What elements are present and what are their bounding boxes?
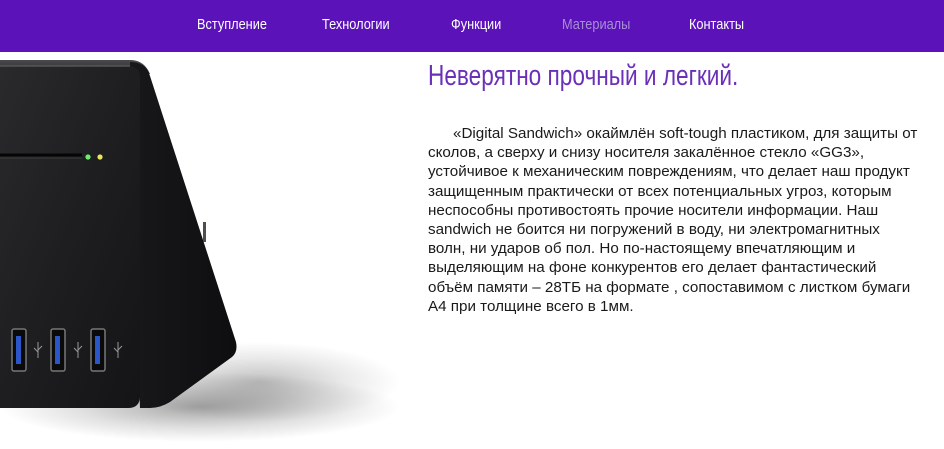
status-led-icon [85,154,91,160]
nav-item-contacts[interactable]: Контакты [689,16,744,33]
usb-port-icon [50,328,66,372]
top-navbar: Вступление Технологии Функции Материалы … [0,0,944,52]
usb-port-icon [90,328,106,372]
product-image [0,52,400,449]
nav-item-functions[interactable]: Функции [451,16,501,33]
nav-item-technologies[interactable]: Технологии [322,16,390,33]
section-title: Неверятно прочный и легкий. [428,60,739,92]
usb-port-icon [11,328,27,372]
nav-item-intro[interactable]: Вступление [197,16,267,33]
status-led-icon [97,154,103,160]
product-device-illustration [0,60,400,442]
section-paragraph: «Digital Sandwich» окаймлён soft-tough п… [428,125,918,315]
nav-item-materials[interactable]: Материалы [562,16,630,33]
